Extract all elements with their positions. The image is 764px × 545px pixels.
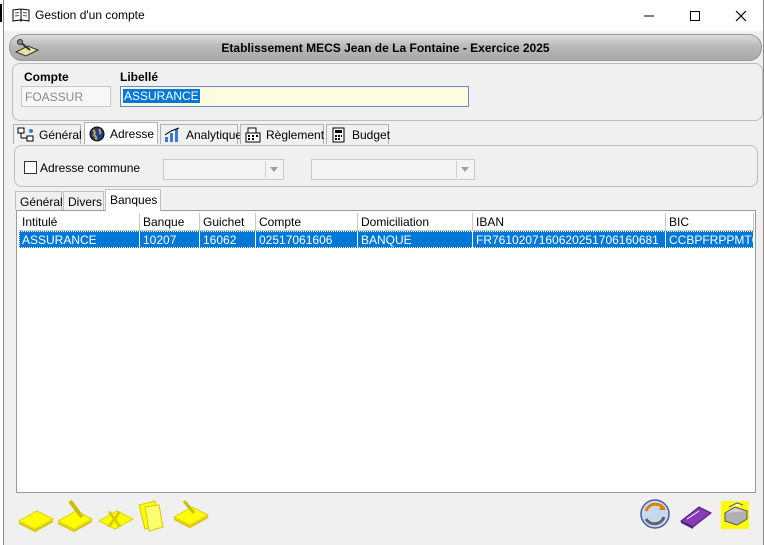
column-header-intitule[interactable]: Intitulé: [19, 213, 140, 231]
cell-compte: 02517061606: [256, 231, 358, 248]
maximize-button[interactable]: [672, 0, 718, 31]
tab-budget[interactable]: Budget: [326, 124, 391, 144]
cash-register-icon: [244, 127, 262, 143]
establishment-title: Etablissement MECS Jean de La Fontaine -…: [221, 41, 550, 55]
tab-reglement-label: Règlement: [266, 127, 325, 142]
address-select-1[interactable]: [163, 159, 284, 180]
chart-icon: [164, 127, 182, 143]
minimize-icon: [644, 15, 654, 16]
tab-analytique[interactable]: Analytique: [160, 124, 242, 144]
cell-banque: 10207: [140, 231, 200, 248]
column-header-guichet[interactable]: Guichet: [200, 213, 256, 231]
tab-budget-label: Budget: [352, 127, 391, 142]
new-record-button[interactable]: [17, 493, 55, 535]
cell-intitule: ASSURANCE: [19, 231, 140, 248]
delete-record-icon: X: [97, 507, 135, 532]
tab-general[interactable]: Général: [13, 124, 82, 144]
maximize-icon: [690, 10, 700, 21]
cell-guichet: 16062: [200, 231, 256, 248]
chevron-down-icon: [265, 161, 282, 178]
network-icon: [17, 127, 35, 143]
edit-record-icon: [56, 499, 94, 533]
adresse-commune-label: Adresse commune: [40, 161, 141, 175]
edge-mark: [0, 4, 2, 22]
table-header: Intitulé Banque Guichet Compte Domicilia…: [19, 213, 754, 231]
refresh-button[interactable]: [636, 493, 674, 535]
column-header-bic[interactable]: BIC: [666, 213, 754, 231]
book-button[interactable]: [677, 493, 715, 535]
calculator-icon: [330, 127, 348, 143]
table-row[interactable]: ASSURANCE 10207 16062 02517061606 BANQUE…: [19, 231, 754, 248]
delete-record-button[interactable]: X: [97, 493, 135, 535]
tab-reglement[interactable]: Règlement: [240, 124, 324, 144]
validate-record-button[interactable]: [172, 493, 210, 535]
svg-text:X: X: [107, 507, 122, 532]
header-banner: Etablissement MECS Jean de La Fontaine -…: [9, 34, 762, 61]
column-header-banque[interactable]: Banque: [140, 213, 200, 231]
tab-adresse-label: Adresse: [110, 126, 155, 141]
compte-field[interactable]: FOASSUR: [21, 86, 111, 107]
tab-analytique-label: Analytique: [186, 127, 243, 142]
libelle-selected-text: ASSURANCE: [123, 89, 200, 103]
compte-label: Compte: [24, 70, 69, 84]
print-button[interactable]: [716, 493, 754, 535]
subtab-general[interactable]: Général: [15, 191, 63, 210]
tab-general-label: Général: [39, 127, 82, 142]
edit-record-button[interactable]: [56, 493, 94, 535]
cell-bic: CCBPFRPPMTG: [666, 231, 754, 248]
validate-record-icon: [172, 500, 210, 529]
close-button[interactable]: [718, 0, 764, 31]
subtab-divers[interactable]: Divers: [63, 191, 104, 210]
new-record-icon: [17, 510, 55, 533]
adresse-commune-checkbox[interactable]: [24, 161, 37, 174]
cell-iban: FR7610207160620251706160681: [473, 231, 666, 248]
chevron-down-icon: [456, 161, 473, 178]
title-bar: Gestion d'un compte: [4, 0, 763, 31]
address-panel: Adresse commune: [14, 145, 758, 187]
copy-record-icon: [138, 500, 164, 532]
close-icon: [735, 10, 747, 21]
window-title: Gestion d'un compte: [35, 8, 145, 22]
address-select-2[interactable]: [311, 159, 475, 180]
libelle-label: Libellé: [120, 70, 159, 84]
subtab-banques[interactable]: Banques: [105, 189, 161, 211]
minimize-button[interactable]: [626, 0, 672, 31]
bank-table: Intitulé Banque Guichet Compte Domicilia…: [16, 210, 756, 493]
print-icon: [721, 501, 749, 529]
cell-domiciliation: BANQUE: [358, 231, 473, 248]
libelle-field[interactable]: ASSURANCE: [120, 86, 469, 107]
column-header-iban[interactable]: IBAN: [473, 213, 666, 231]
column-header-domiciliation[interactable]: Domiciliation: [358, 213, 473, 231]
book-icon: [680, 506, 712, 529]
tab-adresse[interactable]: Adresse: [84, 122, 158, 144]
globe-icon: [88, 126, 106, 142]
account-window: Gestion d'un compte Etablissement MECS J…: [3, 0, 764, 545]
book-icon: [12, 7, 30, 23]
column-header-compte[interactable]: Compte: [256, 213, 358, 231]
copy-record-button[interactable]: [133, 493, 171, 535]
account-panel: Compte Libellé FOASSUR ASSURANCE: [12, 63, 763, 121]
refresh-icon: [640, 499, 670, 529]
